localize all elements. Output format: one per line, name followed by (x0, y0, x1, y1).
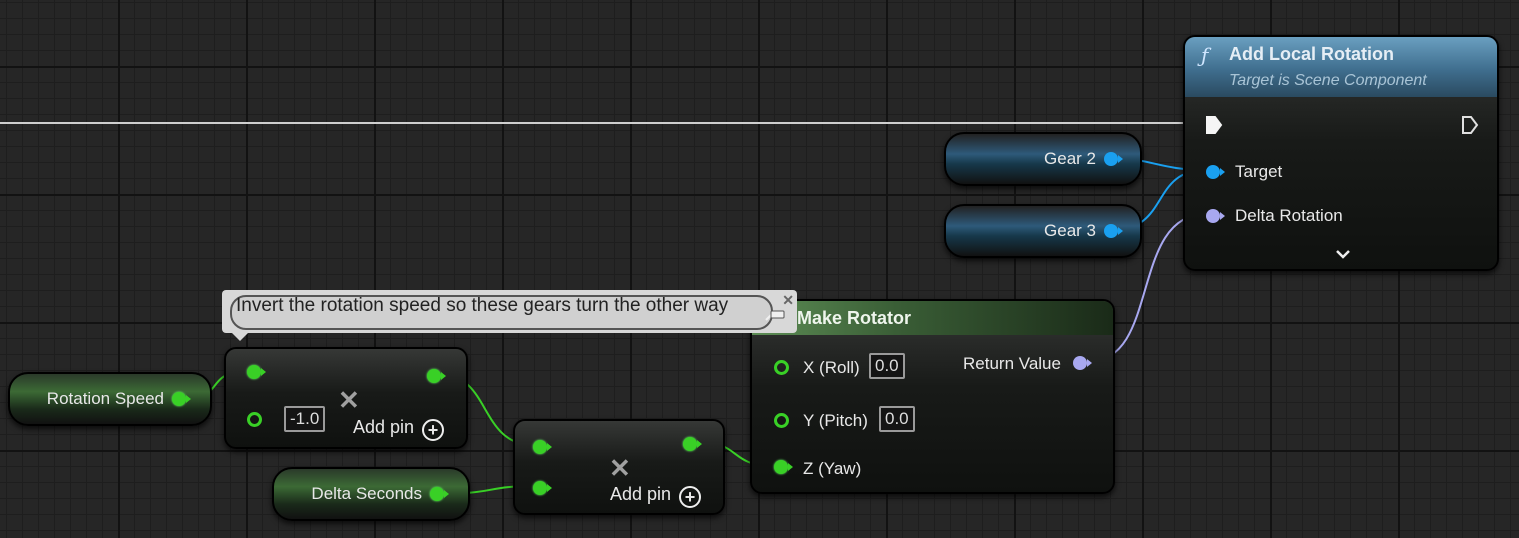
gear3-out-pin[interactable] (1104, 224, 1123, 238)
multiply1-add-pin-button[interactable]: Add pin + (353, 417, 445, 441)
rotation-speed-variable-node[interactable]: Rotation Speed (8, 372, 212, 426)
make-rotator-header: Make Rotator (752, 301, 1113, 335)
rotation-speed-out-pin[interactable] (172, 392, 191, 406)
delta-seconds-out-pin[interactable] (430, 487, 449, 501)
add-pin-icon: + (422, 419, 445, 441)
gear2-variable-node[interactable]: Gear 2 (944, 132, 1142, 186)
exec-in-pin[interactable] (1205, 115, 1223, 135)
comment-tail (232, 333, 248, 341)
multiply2-input-a-pin[interactable] (533, 440, 552, 454)
y-pitch-value[interactable]: 0.0 (879, 406, 915, 432)
multiply-node-1[interactable]: -1.0 ✕ Add pin + (224, 347, 468, 449)
multiply-icon: ✕ (338, 385, 360, 415)
pin-comment-icon[interactable] (765, 308, 785, 322)
delta-rotation-pin[interactable] (1206, 209, 1225, 223)
multiply2-add-pin-button[interactable]: Add pin + (610, 484, 702, 508)
multiply-node-2[interactable]: ✕ Add pin + (513, 419, 725, 515)
return-value-label: Return Value (963, 354, 1061, 373)
add-local-rotation-node[interactable]: ƒ Add Local Rotation Target is Scene Com… (1183, 35, 1499, 271)
gear3-label: Gear 3 (1044, 221, 1096, 240)
multiply1-output-pin[interactable] (427, 369, 446, 383)
z-yaw-label: Z (Yaw) (803, 459, 862, 478)
multiply-icon: ✕ (609, 453, 631, 483)
add-pin-icon: + (679, 486, 702, 508)
y-pitch-label: Y (Pitch) (803, 411, 868, 430)
return-value-pin[interactable] (1073, 356, 1092, 370)
y-pitch-pin[interactable] (774, 413, 789, 428)
x-roll-label: X (Roll) (803, 358, 860, 377)
gear3-variable-node[interactable]: Gear 3 (944, 204, 1142, 258)
gear2-label: Gear 2 (1044, 149, 1096, 168)
function-header: ƒ Add Local Rotation Target is Scene Com… (1185, 37, 1497, 97)
z-yaw-pin[interactable] (774, 460, 793, 474)
comment-bubble[interactable]: Invert the rotation speed so these gears… (222, 290, 797, 341)
node-subtitle: Target is Scene Component (1229, 72, 1427, 89)
close-icon[interactable]: ✕ (782, 292, 794, 309)
multiply1-default-value[interactable]: -1.0 (284, 406, 326, 432)
exec-out-pin[interactable] (1461, 115, 1479, 135)
make-rotator-title: Make Rotator (797, 308, 912, 328)
function-icon: ƒ (1201, 43, 1209, 67)
rotation-speed-label: Rotation Speed (46, 389, 164, 408)
x-roll-pin[interactable] (774, 360, 789, 375)
gear2-out-pin[interactable] (1104, 152, 1123, 166)
make-rotator-node[interactable]: Make Rotator X (Roll) 0.0 Y (Pitch) 0.0 … (750, 299, 1115, 494)
delta-seconds-variable-node[interactable]: Delta Seconds (272, 467, 470, 521)
chevron-down-icon[interactable] (1335, 249, 1351, 261)
target-pin[interactable] (1206, 165, 1225, 179)
node-title: Add Local Rotation (1229, 44, 1394, 64)
delta-seconds-label: Delta Seconds (311, 484, 422, 503)
comment-text: Invert the rotation speed so these gears… (236, 295, 729, 316)
x-roll-value[interactable]: 0.0 (869, 353, 905, 379)
multiply1-input-b-pin[interactable] (247, 412, 262, 427)
delta-rotation-label: Delta Rotation (1235, 206, 1343, 225)
target-label: Target (1235, 162, 1283, 181)
multiply2-input-b-pin[interactable] (533, 481, 552, 495)
multiply2-output-pin[interactable] (683, 437, 702, 451)
multiply1-input-a-pin[interactable] (247, 365, 266, 379)
